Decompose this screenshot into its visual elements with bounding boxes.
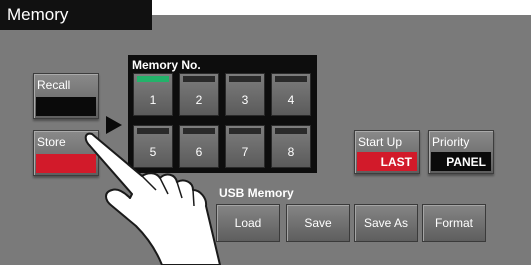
memory-slot-4-led [275, 76, 307, 82]
memory-number-header: Memory No. [132, 58, 201, 72]
priority-display: PANEL [431, 152, 491, 171]
startup-button[interactable]: Start Up LAST [354, 130, 420, 174]
memory-slot-3[interactable]: 3 [225, 73, 265, 116]
memory-slot-1[interactable]: 1 [133, 73, 173, 116]
usb-save-as-button[interactable]: Save As [354, 204, 418, 242]
memory-slot-3-led [229, 76, 261, 82]
memory-slot-1-number: 1 [149, 93, 157, 107]
recall-button[interactable]: Recall [33, 73, 99, 119]
startup-display: LAST [357, 152, 417, 171]
memory-slot-2-number: 2 [195, 93, 203, 107]
memory-slot-4[interactable]: 4 [271, 73, 311, 116]
usb-save-button[interactable]: Save [286, 204, 350, 242]
priority-label: Priority [432, 135, 470, 149]
memory-slot-3-number: 3 [241, 93, 249, 107]
memory-slot-2[interactable]: 2 [179, 73, 219, 116]
startup-label: Start Up [358, 135, 403, 149]
priority-button[interactable]: Priority PANEL [428, 130, 494, 174]
memory-slot-2-led [183, 76, 215, 82]
priority-value: PANEL [446, 155, 486, 169]
memory-slot-8-number: 8 [287, 145, 295, 159]
memory-slot-1-led [137, 76, 169, 82]
memory-slot-8-led [275, 128, 307, 134]
startup-value: LAST [380, 155, 412, 169]
memory-slot-8[interactable]: 8 [271, 125, 311, 168]
page-title: Memory [0, 0, 152, 30]
recall-display [36, 97, 96, 116]
usb-format-button[interactable]: Format [422, 204, 486, 242]
memory-slot-4-number: 4 [287, 93, 295, 107]
recall-label: Recall [37, 78, 71, 92]
pointing-hand-icon [84, 132, 221, 265]
memory-screen: Memory Recall Store Memory No. 1 2 3 4 5… [0, 0, 531, 265]
